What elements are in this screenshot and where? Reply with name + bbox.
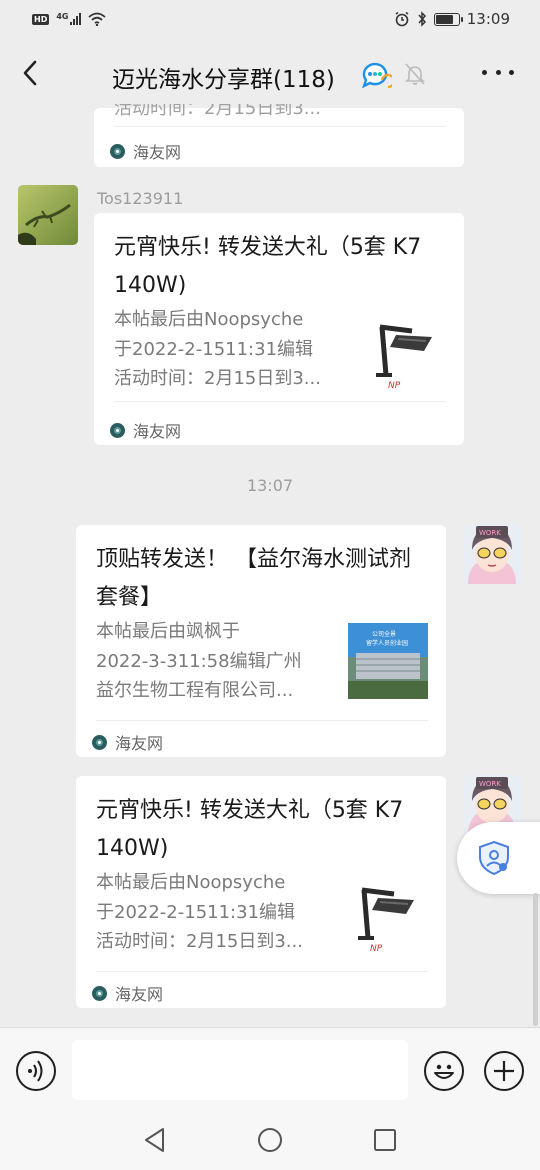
more-functions-button[interactable] bbox=[484, 1051, 524, 1091]
card-title: 元宵快乐! 转发送大礼（5套 K7 140W) bbox=[114, 235, 422, 298]
time-separator: 13:07 bbox=[246, 476, 294, 495]
card-title: 顶贴转发送！ 【益尔海水测试剂套餐】 bbox=[96, 547, 411, 610]
card-divider bbox=[114, 126, 446, 127]
desc-line: 活动时间：2月15日到3... bbox=[96, 931, 303, 952]
chat-title: 迈光海水分享群(118) bbox=[112, 67, 335, 93]
group-chat-icon[interactable] bbox=[360, 60, 392, 90]
desc-line: 本帖最后由Noopsyche bbox=[114, 309, 304, 330]
scrollbar[interactable] bbox=[533, 893, 538, 1026]
card-divider bbox=[96, 720, 428, 721]
battery-icon bbox=[433, 12, 463, 26]
desc-line: 于2022-2-1511:31编辑 bbox=[114, 338, 314, 360]
battery-fill bbox=[435, 14, 454, 24]
chat-header: 迈光海水分享群(118) bbox=[0, 38, 540, 110]
smiley-icon bbox=[434, 1064, 454, 1079]
lizard-avatar-icon bbox=[18, 185, 78, 245]
thumb-caption: 公司全景 bbox=[372, 631, 397, 638]
wifi-icon bbox=[88, 12, 107, 26]
thumb-caption: 留学人员创业园 bbox=[366, 640, 409, 647]
card-divider bbox=[96, 971, 428, 972]
haiyouwang-logo-icon bbox=[92, 734, 107, 750]
nav-back-icon[interactable] bbox=[143, 1127, 167, 1153]
sender-name: Tos123911 bbox=[97, 189, 184, 208]
hd-badge: HD bbox=[32, 13, 50, 25]
source-name: 海友网 bbox=[133, 422, 182, 441]
cartoon-girl-avatar-icon: WORK bbox=[462, 524, 522, 584]
signal-icon bbox=[70, 13, 82, 25]
card-source: 海友网 bbox=[92, 730, 163, 754]
shared-link-card[interactable]: 元宵快乐! 转发送大礼（5套 K7 140W) 本帖最后由Noopsyche 于… bbox=[76, 776, 446, 1008]
card-source: 海友网 bbox=[92, 981, 163, 1005]
desc-line: 2022-3-311:58编辑广州 bbox=[96, 650, 302, 672]
mute-bell-icon bbox=[405, 63, 425, 85]
more-options-icon[interactable] bbox=[482, 70, 514, 78]
desc-line: 益尔生物工程有限公司... bbox=[96, 680, 294, 701]
back-arrow-icon[interactable] bbox=[18, 58, 44, 88]
desc-line: 本帖最后由飒枫于 bbox=[96, 621, 240, 642]
status-bar: HD 4G 13:09 bbox=[0, 0, 540, 38]
card-source: 海友网 bbox=[110, 139, 181, 163]
alarm-icon bbox=[395, 11, 409, 27]
shared-link-card-partial[interactable]: 活动时间：2月15日到3... 海友网 bbox=[94, 104, 464, 167]
svg-text:NP: NP bbox=[388, 381, 401, 391]
plus-icon bbox=[494, 1061, 514, 1081]
card-divider bbox=[114, 401, 446, 402]
voice-icon bbox=[28, 1060, 43, 1082]
system-navigation-bar bbox=[0, 1111, 540, 1170]
source-name: 海友网 bbox=[115, 985, 164, 1004]
shared-link-card[interactable]: 顶贴转发送！ 【益尔海水测试剂套餐】 本帖最后由飒枫于 2022-3-311:5… bbox=[76, 525, 446, 757]
svg-text:WORK: WORK bbox=[479, 529, 501, 537]
aquarium-light-thumbnail: NP bbox=[350, 880, 428, 956]
haiyouwang-logo-icon bbox=[110, 143, 125, 159]
emoji-button[interactable] bbox=[424, 1051, 464, 1091]
desc-line: 于2022-2-1511:31编辑 bbox=[96, 901, 296, 923]
message-input[interactable] bbox=[72, 1040, 408, 1100]
card-title: 元宵快乐! 转发送大礼（5套 K7 140W) bbox=[96, 798, 404, 861]
card-description: 本帖最后由飒枫于 2022-3-311:58编辑广州 益尔生物工程有限公司... bbox=[96, 617, 326, 706]
desc-line: 本帖最后由Noopsyche bbox=[96, 872, 286, 893]
source-name: 海友网 bbox=[133, 143, 182, 162]
floating-security-button[interactable] bbox=[457, 822, 540, 894]
shared-link-card[interactable]: 元宵快乐! 转发送大礼（5套 K7 140W) 本帖最后由Noopsyche 于… bbox=[94, 213, 464, 445]
svg-text:NP: NP bbox=[370, 944, 383, 954]
sender-avatar[interactable] bbox=[18, 185, 78, 245]
company-building-thumbnail: 公司全景 留学人员创业园 bbox=[348, 623, 428, 699]
shield-icon bbox=[479, 840, 509, 876]
source-name: 海友网 bbox=[115, 734, 164, 753]
my-avatar[interactable]: WORK bbox=[462, 524, 522, 584]
desc-line: 活动时间：2月15日到3... bbox=[114, 368, 321, 389]
status-time: 13:09 bbox=[466, 10, 510, 28]
haiyouwang-logo-icon bbox=[92, 985, 107, 1001]
svg-text:WORK: WORK bbox=[479, 780, 501, 788]
nav-recents-icon[interactable] bbox=[373, 1128, 397, 1152]
card-source: 海友网 bbox=[110, 418, 181, 442]
aquarium-light-thumbnail: NP bbox=[368, 317, 446, 393]
card-description: 本帖最后由Noopsyche 于2022-2-1511:31编辑 活动时间：2月… bbox=[96, 868, 326, 957]
input-bar bbox=[0, 1027, 540, 1111]
card-description: 本帖最后由Noopsyche 于2022-2-1511:31编辑 活动时间：2月… bbox=[114, 305, 344, 394]
bluetooth-icon bbox=[418, 11, 426, 27]
voice-input-button[interactable] bbox=[16, 1051, 56, 1091]
haiyouwang-logo-icon bbox=[110, 422, 125, 438]
nav-home-icon[interactable] bbox=[257, 1127, 283, 1153]
status-right: 13:09 bbox=[394, 10, 510, 28]
network-label: 4G bbox=[56, 12, 69, 21]
status-left: HD 4G bbox=[32, 12, 107, 26]
